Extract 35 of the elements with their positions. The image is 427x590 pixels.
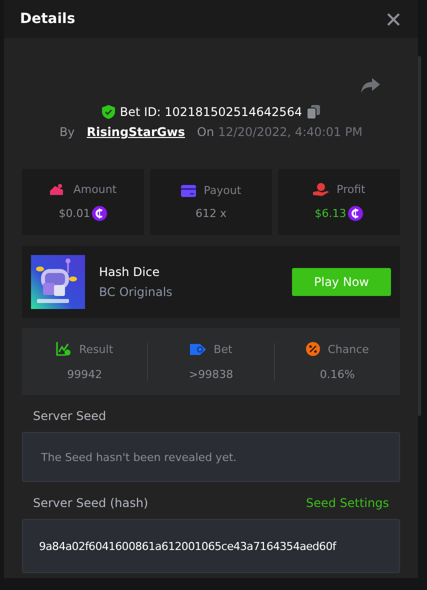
coins-icon [49,184,66,196]
close-icon[interactable] [387,12,400,26]
percent-icon [306,342,320,356]
game-title: Hash Dice [99,265,161,279]
seed-message: The Seed hasn't been revealed yet. [41,450,237,464]
game-provider: BC Originals [99,285,174,299]
share-icon[interactable] [361,78,380,93]
chart-check-icon [56,342,72,356]
stat-label: Profit [336,183,366,196]
dialog-title: Details [20,11,76,27]
hand-coin-icon [312,183,329,196]
result-value: >99838 [188,368,234,380]
stat-value: $0.01 [58,207,90,220]
result-label: Chance [328,342,369,356]
section-label: Server Seed [33,409,106,423]
copy-icon[interactable] [307,105,320,119]
section-label: Server Seed (hash) [33,496,148,510]
stat-value: 612 x [195,207,226,220]
stat-label: Amount [73,183,117,196]
result-value: 99942 [67,368,102,381]
by-label: By [59,125,75,139]
on-label: On [197,125,214,139]
result-value: 0.16% [320,368,355,381]
tag-icon [190,342,206,356]
card-icon [180,184,196,196]
seed-settings-link[interactable]: Seed Settings [306,496,389,510]
seed-hash: 9a84a02f6041600861a612001065ce43a7164354aed60f [39,540,336,552]
stat-value: $6.13 [314,207,346,220]
bet-id: Bet ID: 102181502514642564 [120,105,302,119]
result-label: Result [79,342,114,356]
bet-date: 12/20/2022, 4:40:01 PM [218,125,363,139]
user-link[interactable]: RisingStarGws [86,125,186,139]
result-label: Bet [214,342,232,356]
stat-label: Payout [204,184,242,197]
shield-icon [102,105,115,119]
